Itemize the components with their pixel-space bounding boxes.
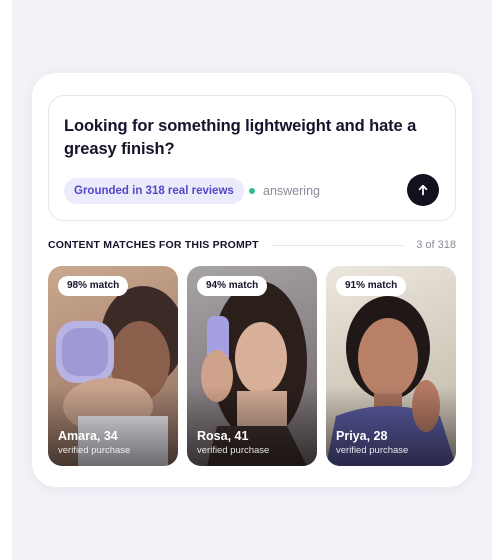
match-badge: 94% match bbox=[197, 276, 268, 296]
send-button[interactable] bbox=[407, 174, 439, 206]
verified-label: verified purchase bbox=[58, 445, 131, 456]
result-count: 3 of 318 bbox=[416, 239, 456, 251]
match-badge: 91% match bbox=[336, 276, 407, 296]
section-title: CONTENT MATCHES FOR THIS PROMPT bbox=[48, 239, 259, 251]
status-indicator: answering bbox=[249, 178, 320, 204]
prompt-box[interactable]: Looking for something lightweight and ha… bbox=[48, 95, 456, 221]
prompt-card: Looking for something lightweight and ha… bbox=[32, 73, 472, 487]
match-badge: 98% match bbox=[58, 276, 129, 296]
grounded-badge: Grounded in 318 real reviews bbox=[64, 178, 244, 204]
reviewer-name: Priya, 28 bbox=[336, 429, 388, 443]
status-dot bbox=[249, 188, 255, 194]
match-card[interactable]: 91% match Priya, 28 verified purchase bbox=[326, 266, 456, 466]
reviewer-name: Rosa, 41 bbox=[197, 429, 249, 443]
match-card[interactable]: 94% match Rosa, 41 verified purchase bbox=[187, 266, 317, 466]
match-card[interactable]: 98% match Amara, 34 verified purchase bbox=[48, 266, 178, 466]
section-divider bbox=[270, 244, 405, 246]
verified-label: verified purchase bbox=[336, 445, 409, 456]
match-list: 98% match Amara, 34 verified purchase 94… bbox=[48, 266, 456, 466]
arrow-up-icon bbox=[418, 184, 428, 196]
reviewer-name: Amara, 34 bbox=[58, 429, 118, 443]
prompt-text: Looking for something lightweight and ha… bbox=[64, 117, 417, 158]
verified-label: verified purchase bbox=[197, 445, 270, 456]
section-header: CONTENT MATCHES FOR THIS PROMPT 3 of 318 bbox=[48, 237, 456, 253]
status-text: answering bbox=[263, 184, 320, 198]
